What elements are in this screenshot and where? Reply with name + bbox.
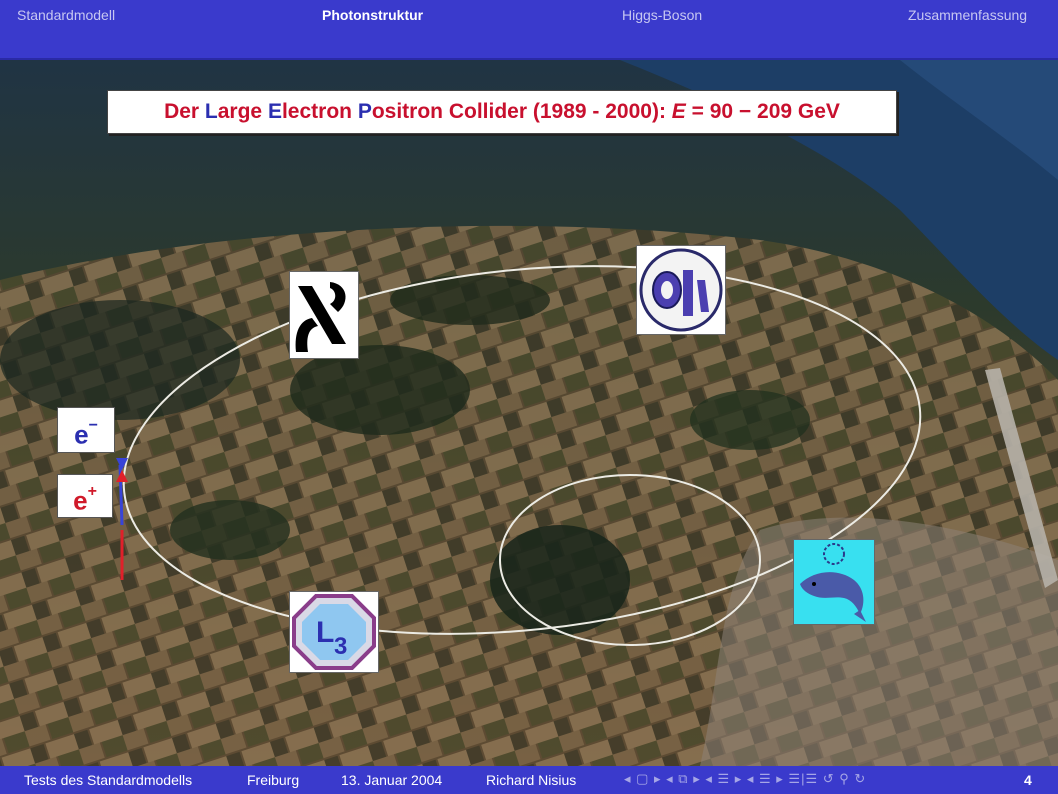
nav-higgs-boson[interactable]: Higgs-Boson: [622, 7, 702, 23]
footer-author: Richard Nisius: [486, 772, 577, 788]
positron-label: e+: [57, 474, 113, 518]
footer-date: 13. Januar 2004: [341, 772, 443, 788]
beamer-navigation-icons[interactable]: ◂ ▢ ▸ ◂ ⧉ ▸ ◂ ☰ ▸ ◂ ☰ ▸ ☰|☰ ↺ ⚲ ↻: [624, 771, 866, 787]
dolphin-icon: [800, 543, 866, 622]
page-number: 4: [1024, 772, 1032, 788]
footer-place: Freiburg: [247, 772, 300, 788]
l3-icon: L 3: [292, 594, 376, 670]
delphi-logo: [793, 539, 875, 625]
nav-zusammenfassung[interactable]: Zusammenfassung: [908, 7, 1027, 23]
aleph-icon: [295, 282, 346, 352]
top-navigation-bar: Standardmodell Photonstruktur Higgs-Boso…: [0, 0, 1058, 60]
nav-standardmodell[interactable]: Standardmodell: [17, 7, 115, 23]
opal-icon: [639, 248, 723, 332]
electron-label: e−: [57, 407, 115, 453]
slide-title: Der Large Electron Positron Collider (19…: [107, 90, 897, 134]
urban-area: [700, 517, 1058, 766]
aleph-logo: [289, 271, 359, 359]
footer-talk-title: Tests des Standardmodells: [24, 772, 193, 788]
svg-text:3: 3: [334, 633, 347, 660]
footer-bar: Tests des Standardmodells Freiburg 13. J…: [0, 766, 1058, 794]
opal-logo: [636, 245, 726, 335]
nav-photonstruktur[interactable]: Photonstruktur: [322, 7, 423, 23]
svg-text:L: L: [316, 616, 334, 649]
l3-logo: L 3: [289, 591, 379, 673]
aerial-photo: [0, 60, 1058, 766]
aerial-photo-drawing: [0, 60, 1058, 766]
